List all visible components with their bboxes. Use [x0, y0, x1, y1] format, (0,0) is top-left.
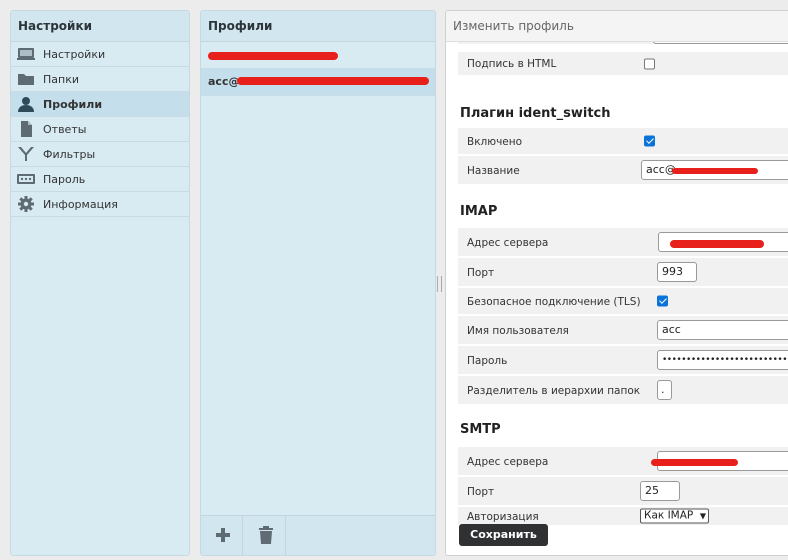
form-row-imap-username: Имя пользователя acc	[458, 316, 788, 346]
profile-list-item-selected[interactable]: acc@	[201, 69, 435, 96]
smtp-port-input[interactable]: 25	[640, 481, 680, 501]
form-row-imap-server: Адрес сервера	[458, 228, 788, 258]
sidebar-item-profiles[interactable]: Профили	[11, 92, 189, 117]
html-signature-checkbox[interactable]	[644, 58, 655, 69]
field-label: Порт	[467, 486, 495, 498]
imap-password-value: ••••••••••••••••••••••••••	[662, 355, 788, 365]
sidebar-item-label: Фильтры	[43, 148, 96, 161]
chevron-down-icon: ▼	[699, 511, 706, 521]
settings-panel: Настройки Настройки Папки Профили Ответы…	[10, 10, 190, 556]
imap-delimiter-value: .	[661, 383, 665, 396]
smtp-section-title: SMTP	[460, 422, 501, 437]
monitor-icon	[17, 46, 35, 62]
sidebar-item-password[interactable]: Пароль	[11, 167, 189, 192]
imap-tls-checkbox[interactable]	[657, 295, 668, 307]
profile-list-item[interactable]	[201, 42, 435, 69]
redaction-mark	[670, 240, 764, 248]
profiles-panel-title: Профили	[201, 11, 435, 42]
user-icon	[17, 96, 35, 112]
imap-delimiter-input[interactable]: .	[657, 380, 672, 400]
sidebar-item-responses[interactable]: Ответы	[11, 117, 189, 142]
sidebar-item-label: Ответы	[43, 123, 87, 136]
form-row-cut-off	[458, 42, 788, 46]
form-row-name: Название acc@	[458, 156, 788, 186]
redaction-mark	[672, 168, 758, 174]
sidebar-item-info[interactable]: Информация	[11, 192, 189, 217]
delete-profile-button[interactable]	[246, 516, 286, 555]
sidebar-item-label: Настройки	[43, 48, 106, 61]
password-icon	[17, 171, 35, 187]
sidebar-item-label: Пароль	[43, 173, 86, 186]
imap-port-input[interactable]: 993	[657, 262, 697, 282]
smtp-port-value: 25	[645, 484, 659, 497]
field-label: Название	[467, 165, 520, 177]
sidebar-item-label: Информация	[43, 198, 118, 211]
imap-username-value: acc	[662, 323, 681, 336]
edit-profile-panel: Изменить профиль Подпись в HTML Плагин i…	[445, 10, 788, 556]
folder-icon	[17, 71, 35, 87]
settings-panel-title: Настройки	[11, 11, 189, 42]
form-row-imap-password: Пароль ••••••••••••••••••••••••••	[458, 346, 788, 376]
imap-username-input[interactable]: acc	[657, 320, 788, 340]
sidebar-item-folders[interactable]: Папки	[11, 67, 189, 92]
sidebar-item-filters[interactable]: Фильтры	[11, 142, 189, 167]
field-label: Имя пользователя	[467, 325, 569, 337]
form-row-html-signature: Подпись в HTML	[458, 52, 788, 77]
save-button[interactable]: Сохранить	[459, 524, 548, 546]
edit-panel-title: Изменить профиль	[446, 11, 788, 42]
gear-icon	[17, 196, 35, 212]
sidebar-item-label: Профили	[43, 98, 103, 111]
imap-section-title: IMAP	[460, 204, 498, 219]
enabled-checkbox[interactable]	[644, 135, 655, 147]
redaction-mark	[237, 77, 429, 85]
smtp-auth-value: Как IMAP	[644, 509, 694, 522]
field-label: Разделитель в иерархии папок	[467, 385, 641, 397]
sidebar-item-settings[interactable]: Настройки	[11, 42, 189, 67]
field-label: Пароль	[467, 355, 508, 367]
form-row-smtp-port: Порт 25	[458, 477, 788, 507]
profiles-toolbar	[201, 515, 435, 555]
field-label: Адрес сервера	[467, 456, 549, 468]
field-label: Подпись в HTML	[467, 58, 557, 70]
imap-password-input[interactable]: ••••••••••••••••••••••••••	[657, 350, 788, 370]
form-row-smtp-server: Адрес сервера	[458, 447, 788, 477]
trash-icon	[258, 525, 274, 547]
smtp-auth-select[interactable]: Как IMAP ▼	[640, 508, 709, 524]
add-profile-button[interactable]	[203, 516, 243, 555]
redaction-mark	[651, 459, 738, 466]
form-row-imap-delimiter: Разделитель в иерархии папок .	[458, 376, 788, 406]
plugin-section-title: Плагин ident_switch	[460, 106, 611, 121]
field-label: Включено	[467, 136, 523, 148]
profiles-panel: Профили acc@	[200, 10, 436, 556]
form-row-enabled: Включено	[458, 128, 788, 156]
plus-icon	[215, 527, 231, 546]
field-label: Адрес сервера	[467, 237, 549, 249]
sidebar-item-label: Папки	[43, 73, 79, 86]
form-row-imap-port: Порт 993	[458, 258, 788, 288]
filter-icon	[17, 146, 35, 162]
redaction-mark	[208, 52, 338, 60]
imap-port-value: 993	[662, 265, 683, 278]
panel-resize-handle[interactable]	[437, 276, 442, 292]
field-label: Безопасное подключение (TLS)	[467, 296, 641, 308]
profile-label: acc@	[208, 75, 240, 88]
form-row-imap-tls: Безопасное подключение (TLS)	[458, 288, 788, 316]
edit-profile-form: Подпись в HTML Плагин ident_switch Включ…	[446, 42, 788, 555]
field-label: Порт	[467, 267, 495, 279]
document-icon	[17, 121, 35, 137]
signature-field[interactable]	[653, 42, 788, 44]
